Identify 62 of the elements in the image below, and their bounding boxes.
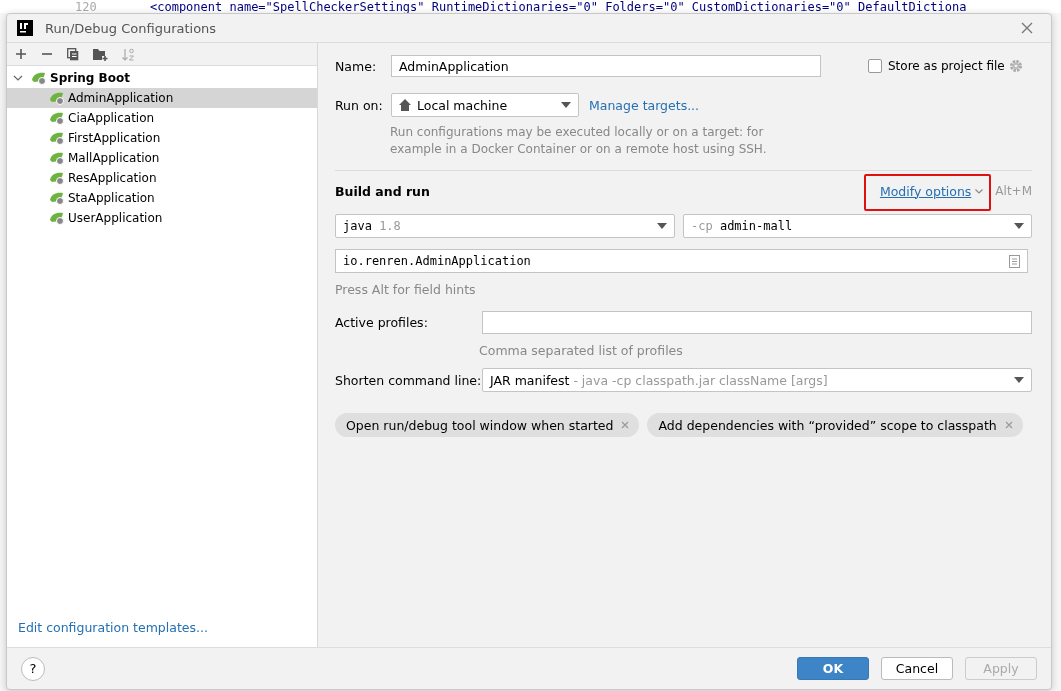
spring-leaf-icon	[49, 191, 66, 205]
main-class-field[interactable]: io.renren.AdminApplication	[335, 249, 1028, 273]
dropdown-arrow-icon	[1014, 377, 1024, 383]
line-number: 120	[74, 1, 98, 13]
spring-leaf-icon	[49, 131, 66, 145]
help-button[interactable]: ?	[21, 656, 45, 681]
add-icon[interactable]	[15, 48, 27, 60]
chevron-icon[interactable]	[13, 73, 23, 83]
window-title: Run/Debug Configurations	[45, 20, 218, 36]
spring-leaf-icon	[49, 111, 66, 125]
manage-targets-link[interactable]: Manage targets...	[589, 97, 700, 113]
dialog-button[interactable]: Cancel	[881, 657, 953, 680]
classpath-dropdown[interactable]: -cp admin-mall	[683, 214, 1032, 238]
shorten-command-line-dropdown[interactable]: JAR manifest - java -cp classpath.jar className [args]	[482, 368, 1032, 392]
shortcut-text: Alt+M	[995, 184, 1032, 198]
new-folder-icon[interactable]	[93, 47, 108, 61]
remove-icon[interactable]	[1004, 421, 1013, 429]
name-field[interactable]: AdminApplication	[391, 55, 821, 77]
active-profiles-label: Active profiles:	[335, 315, 429, 330]
spring-leaf-icon	[49, 211, 66, 225]
code-line: <component name="SpellCheckerSettings" RuntimeDictionaries="0" Folders="0" CustomDictionaries="0" DefaultDictiona	[150, 1, 967, 13]
document-icon[interactable]	[1009, 254, 1020, 268]
tree-item[interactable]: FirstApplication	[7, 128, 317, 148]
checkbox-label[interactable]: Store as project file	[888, 59, 1005, 73]
chevron-icon	[975, 188, 984, 194]
sort-icon[interactable]	[122, 47, 135, 61]
remove-icon[interactable]	[621, 421, 630, 429]
tree-item[interactable]: StaApplication	[7, 188, 317, 208]
tree-item[interactable]: UserApplication	[7, 208, 317, 228]
active-profiles-field[interactable]	[482, 311, 1032, 334]
tree-item[interactable]: Spring Boot	[50, 71, 130, 85]
tree-item[interactable]: MallApplication	[7, 148, 317, 168]
app-logo-icon	[17, 20, 33, 36]
gear-icon[interactable]	[1008, 59, 1023, 73]
home-icon	[399, 99, 411, 111]
spring-leaf-icon	[31, 71, 48, 85]
dropdown-arrow-icon	[657, 223, 667, 229]
jdk-dropdown[interactable]: java 1.8	[335, 214, 675, 238]
option-chip[interactable]: Open run/debug tool window when started	[335, 413, 640, 437]
templates-link[interactable]: Edit configuration templates...	[7, 620, 317, 647]
run-on-label: Run on:	[335, 97, 384, 113]
hint-text: Comma separated list of profiles	[479, 343, 684, 358]
dropdown-arrow-icon	[561, 102, 571, 108]
spring-leaf-icon	[49, 171, 66, 185]
spring-leaf-icon	[49, 91, 66, 105]
tree-item[interactable]: AdminApplication	[7, 88, 317, 108]
name-label: Name:	[335, 58, 378, 74]
dropdown-arrow-icon	[1014, 223, 1024, 229]
run-on-dropdown[interactable]: Local machine	[391, 93, 579, 117]
shorten-command-line-label: Shorten command line:	[335, 372, 482, 388]
modify-options-link[interactable]: Modify options	[879, 183, 984, 199]
close-icon[interactable]	[1021, 22, 1033, 34]
hint-text: Press Alt for field hints	[335, 282, 477, 297]
option-chip[interactable]: Add dependencies with “provided” scope to classpath	[647, 413, 1023, 437]
tree-item[interactable]: ResApplication	[7, 168, 317, 188]
dialog-button[interactable]: OK	[797, 657, 869, 680]
description-text: Run configurations may be executed locally or on a target: for example in a Docker Container or on a remote host using SSH.	[390, 124, 768, 158]
checkbox[interactable]	[868, 59, 882, 73]
tree-item[interactable]: CiaApplication	[7, 108, 317, 128]
section-title: Build and run	[335, 183, 431, 199]
spring-leaf-icon	[49, 151, 66, 165]
copy-icon[interactable]	[67, 47, 79, 61]
